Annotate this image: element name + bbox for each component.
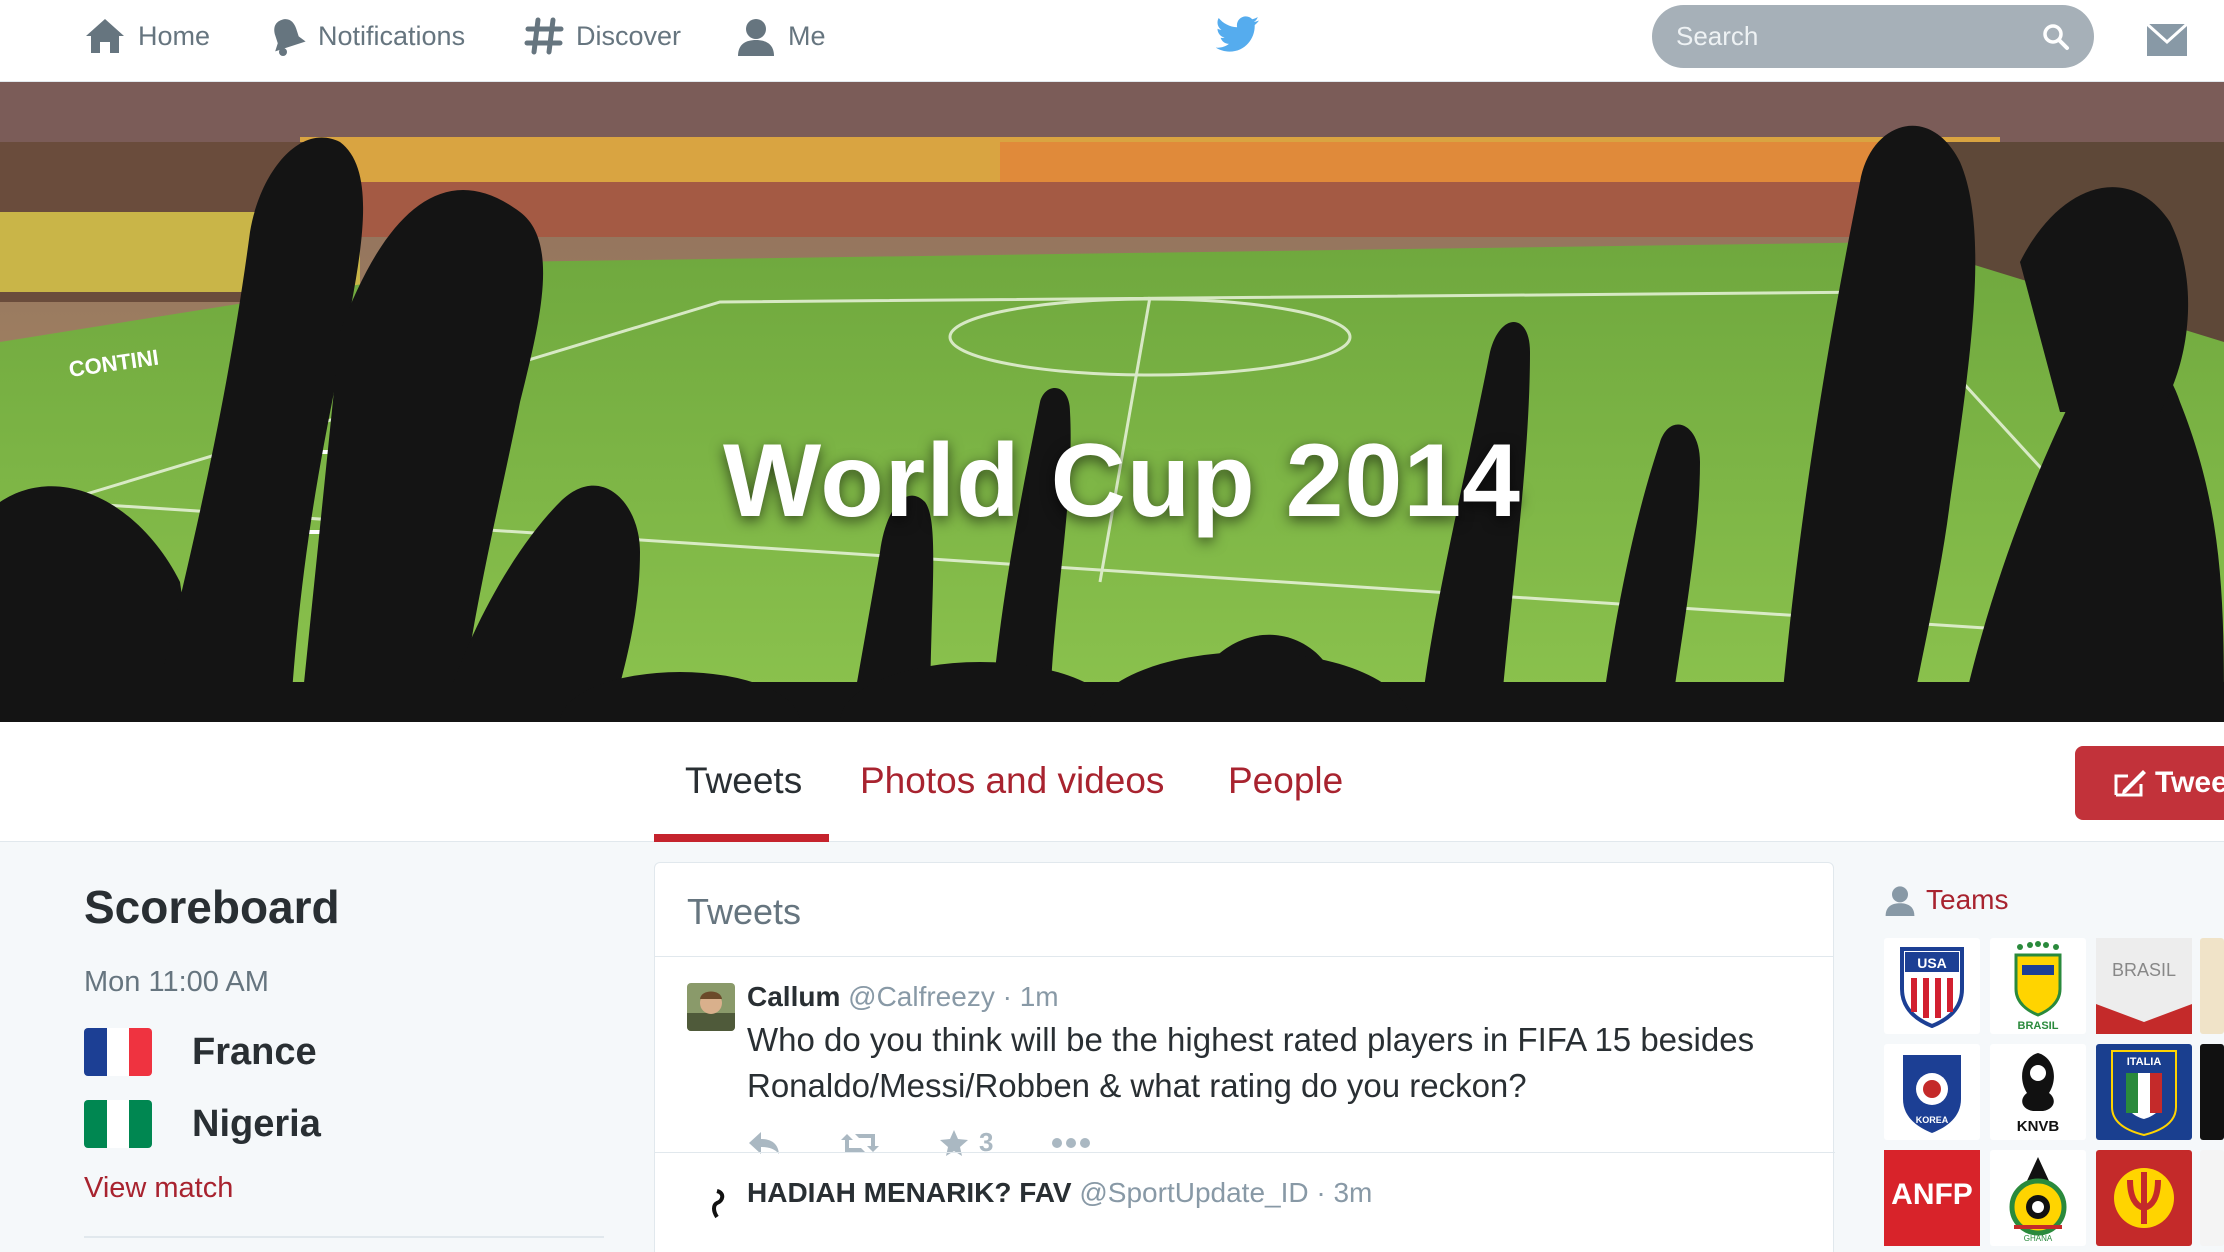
team-badge-brasil-host[interactable]: BRASIL (2096, 938, 2192, 1034)
user-icon (738, 19, 774, 56)
italia-crest-icon: ITALIA (2111, 1050, 2177, 1137)
team-row-france: France (84, 1028, 317, 1076)
team-name: France (192, 1030, 317, 1073)
korea-crest-icon: KOREA (1903, 1055, 1961, 1133)
tweet-author-name[interactable]: Callum (747, 981, 840, 1012)
hashtag-icon (524, 17, 564, 55)
anfp-logo-icon: ANFP (1884, 1150, 1980, 1246)
nav-discover-label: Discover (576, 20, 682, 51)
nav-home-label: Home (138, 20, 211, 51)
stadium-image: CONTINI (0, 82, 2224, 722)
team-badge-ghana[interactable]: GHANA (1990, 1150, 2086, 1246)
tweet-header: HADIAH MENARIK? FAV @SportUpdate_ID · 3m (747, 1177, 1372, 1209)
tweets-panel: Tweets Callum @Calfreezy · 1m Who do you… (654, 862, 1835, 1252)
ghana-crest-icon: GHANA (2009, 1157, 2067, 1243)
tweet-timestamp[interactable]: · 3m (1316, 1177, 1372, 1208)
favorite-button[interactable]: 3 (939, 1127, 993, 1158)
badge-text: BRASIL (2018, 1020, 2059, 1031)
tweet-author-name[interactable]: HADIAH MENARIK? FAV (747, 1177, 1072, 1208)
badge-text: ANFP (1891, 1178, 1973, 1211)
team-badge-partial[interactable] (2200, 1150, 2224, 1246)
team-badge-italia[interactable]: ITALIA (2096, 1044, 2192, 1140)
badge-text: BRASIL (2112, 960, 2176, 980)
badge-text: BELGIUM (2142, 1235, 2147, 1237)
favorite-count: 3 (979, 1127, 994, 1157)
nav-me[interactable]: Me (736, 14, 826, 58)
tweet-divider (655, 1152, 1835, 1153)
tweet-author-handle[interactable]: @SportUpdate_ID (1079, 1177, 1308, 1208)
more-button[interactable] (1051, 1137, 1091, 1149)
tweet-actions: 3 (747, 1127, 1149, 1158)
compose-tweet-label: Tweet (2155, 766, 2224, 799)
team-badge-brasil[interactable]: BRASIL (1990, 938, 2086, 1034)
badge-text: KNVB (2017, 1118, 2060, 1135)
team-badge-belgium[interactable]: BELGIUM (2096, 1150, 2192, 1246)
badge-text: ITALIA (2127, 1056, 2162, 1068)
teams-section-header[interactable]: Teams (1884, 884, 2008, 916)
nav-me-label: Me (788, 20, 826, 51)
tab-people[interactable]: People (1228, 760, 1343, 802)
twitter-bird-icon[interactable] (1216, 16, 1260, 52)
avatar-image (687, 983, 735, 1031)
avatar-image (712, 1189, 725, 1219)
team-badge-netherlands[interactable]: KNVB (1990, 1044, 2086, 1140)
team-badge-partial[interactable] (2200, 938, 2224, 1034)
more-dots-icon (1052, 1137, 1091, 1148)
tab-tweets[interactable]: Tweets (685, 760, 802, 802)
team-badge-chile[interactable]: ANFP (1884, 1150, 1980, 1246)
badge-text: KOREA (1916, 1115, 1949, 1125)
nigeria-flag-icon (84, 1100, 152, 1148)
tweet-timestamp[interactable]: · 1m (1003, 981, 1059, 1012)
search-input[interactable] (1676, 21, 2042, 52)
star-icon (940, 1129, 968, 1156)
team-name: Nigeria (192, 1102, 321, 1145)
team-row-nigeria: Nigeria (84, 1100, 321, 1148)
nav-notifications[interactable]: Notifications (268, 14, 465, 58)
banner-title: World Cup 2014 (722, 423, 1521, 539)
nav-home[interactable]: Home (84, 14, 210, 58)
usa-crest-icon: USA (1900, 947, 1964, 1028)
badge-text: GHANA (2024, 1234, 2053, 1243)
france-flag-icon (84, 1028, 152, 1076)
teams-title: Teams (1926, 884, 2009, 915)
user-icon (1885, 886, 1915, 916)
belgium-crest-icon: BELGIUM (2114, 1168, 2174, 1237)
team-badge-usa[interactable]: USA (1884, 938, 1980, 1034)
tabs-bar: Tweets Photos and videos People Tweet (0, 722, 2224, 842)
avatar[interactable] (687, 1187, 735, 1235)
tab-photos-and-videos[interactable]: Photos and videos (860, 760, 1164, 802)
header-banner: CONTINI World Cup 2014 (0, 82, 2224, 722)
scoreboard-title: Scoreboard (84, 881, 340, 933)
tweet-author-handle[interactable]: @Calfreezy (848, 981, 995, 1012)
view-match-link[interactable]: View match (84, 1172, 233, 1205)
team-badge-partial[interactable] (2200, 1044, 2224, 1140)
badge-text: USA (1917, 955, 1947, 971)
tweets-panel-header: Tweets (655, 863, 1833, 957)
top-nav: Home Notifications Discover Me (0, 0, 2224, 82)
brasil-crest-icon: BRASIL (2014, 941, 2062, 1031)
tweet-header: Callum @Calfreezy · 1m (747, 981, 1059, 1013)
brasil-host-icon: BRASIL (2096, 938, 2192, 1034)
match-time: Mon 11:00 AM (84, 966, 269, 998)
avatar[interactable] (687, 983, 735, 1031)
knvb-crest-icon: KNVB (2017, 1053, 2060, 1135)
home-icon (86, 19, 124, 53)
search-icon[interactable] (2042, 23, 2070, 51)
search-box[interactable] (1652, 5, 2094, 68)
direct-messages-icon[interactable] (2146, 22, 2188, 58)
active-tab-indicator (654, 834, 829, 842)
scoreboard: Scoreboard Mon 11:00 AM France Nigeria V… (84, 880, 604, 1238)
bell-icon (274, 19, 306, 56)
divider (84, 1236, 604, 1238)
nav-notifications-label: Notifications (318, 20, 466, 51)
team-badge-korea[interactable]: KOREA (1884, 1044, 1980, 1140)
tweet-text: Who do you think will be the highest rat… (747, 1021, 1755, 1104)
compose-tweet-button[interactable]: Tweet (2075, 746, 2224, 820)
nav-discover[interactable]: Discover (524, 14, 681, 58)
compose-icon (2114, 770, 2146, 797)
